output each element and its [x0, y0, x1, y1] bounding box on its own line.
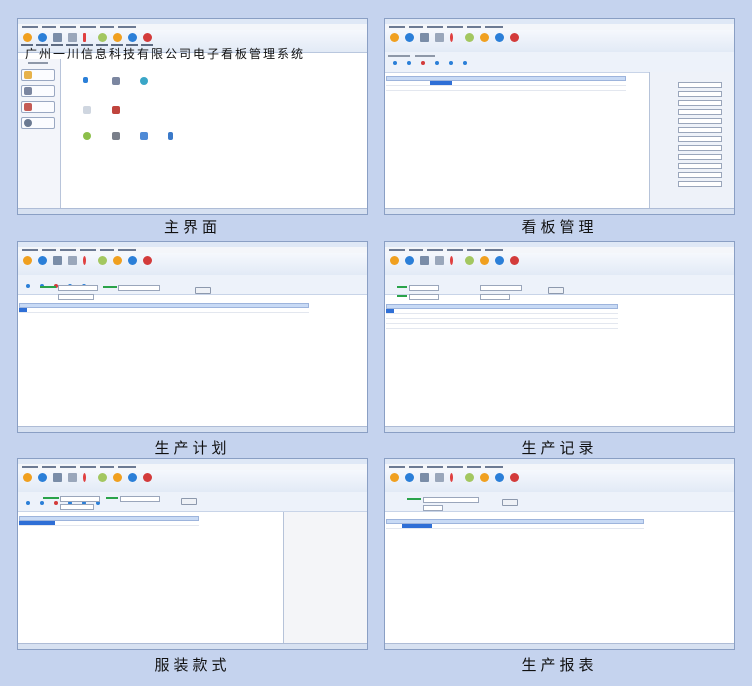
table-row[interactable]	[386, 86, 626, 91]
sidebar-button-4[interactable]	[21, 117, 55, 129]
caption-report: 生产报表	[521, 656, 598, 674]
name-field[interactable]	[120, 496, 160, 502]
screenshot-report[interactable]	[384, 458, 735, 650]
query-button[interactable]	[548, 287, 564, 294]
desktop-icon-1[interactable]	[83, 77, 88, 83]
search-field[interactable]	[58, 285, 98, 291]
sidebar-button-1[interactable]	[21, 69, 55, 81]
user-icon[interactable]	[113, 33, 122, 42]
caption-plan: 生产计划	[154, 439, 231, 457]
plan-icon[interactable]	[23, 33, 32, 42]
exit-icon[interactable]	[143, 33, 152, 42]
caption-record: 生产记录	[521, 439, 598, 457]
type-select[interactable]	[480, 285, 522, 291]
table-row[interactable]	[386, 524, 644, 529]
category-select[interactable]	[60, 504, 94, 510]
app-title: 广州一川信息科技有限公司电子看板管理系统	[25, 47, 306, 61]
status-bar	[18, 208, 367, 214]
desktop-icon-6[interactable]	[83, 132, 91, 140]
sidebar-button-3[interactable]	[21, 101, 55, 113]
desktop-icon-5[interactable]	[112, 106, 120, 114]
style-field[interactable]	[60, 496, 100, 502]
screenshot-plan[interactable]	[17, 241, 368, 433]
desktop-icon-8[interactable]	[140, 132, 148, 140]
sidebar	[18, 59, 61, 209]
desktop-icon-2[interactable]	[112, 77, 120, 85]
caption-style: 服装款式	[154, 656, 231, 674]
screenshot-style[interactable]	[17, 458, 368, 650]
side-panel	[283, 512, 367, 646]
query-button[interactable]	[502, 499, 518, 506]
sidebar-button-2[interactable]	[21, 85, 55, 97]
caption-kanban: 看板管理	[521, 218, 598, 236]
desktop-icon-3[interactable]	[140, 77, 148, 85]
category-select[interactable]	[58, 294, 94, 300]
table-row[interactable]	[19, 308, 309, 313]
query-button[interactable]	[181, 498, 197, 505]
screenshot-kanban[interactable]	[384, 18, 735, 215]
date-from-field[interactable]	[409, 294, 439, 300]
desktop-icon-9[interactable]	[168, 132, 173, 140]
line-field[interactable]	[409, 285, 439, 291]
board-icon[interactable]	[53, 33, 62, 42]
report-icon[interactable]	[68, 33, 77, 42]
query-button[interactable]	[195, 287, 211, 294]
table-row[interactable]	[19, 521, 199, 526]
record-icon[interactable]	[38, 33, 47, 42]
settings-icon[interactable]	[98, 33, 107, 42]
filter-field[interactable]	[118, 285, 160, 291]
info-icon[interactable]	[83, 33, 86, 42]
desktop-icon-4[interactable]	[83, 106, 91, 114]
screenshot-record[interactable]	[384, 241, 735, 433]
desktop-icon-7[interactable]	[112, 132, 120, 140]
date-to-field[interactable]	[480, 294, 510, 300]
table-row[interactable]	[386, 324, 618, 329]
help-icon[interactable]	[128, 33, 137, 42]
screenshot-main[interactable]: 广州一川信息科技有限公司电子看板管理系统	[17, 18, 368, 215]
caption-main: 主界面	[163, 218, 221, 236]
line-select[interactable]	[423, 505, 443, 511]
detail-panel[interactable]	[649, 72, 734, 210]
date-range-field[interactable]	[423, 497, 479, 503]
